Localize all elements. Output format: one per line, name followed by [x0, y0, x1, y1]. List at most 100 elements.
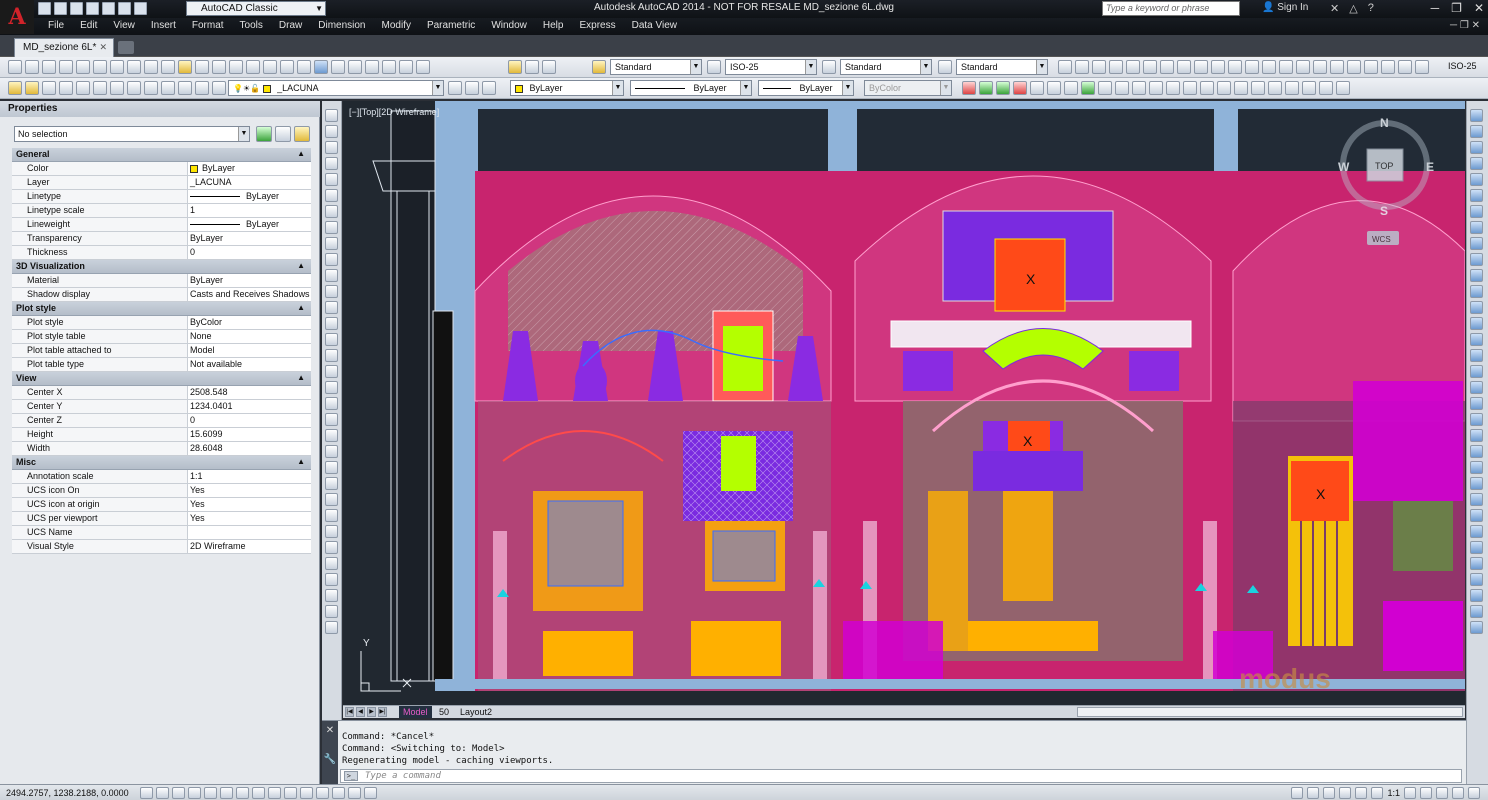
copy-object-icon[interactable] [979, 81, 993, 95]
layer-match-icon[interactable] [76, 81, 90, 95]
text-style-2-icon[interactable] [325, 445, 338, 458]
property-value[interactable] [188, 526, 311, 539]
break-icon[interactable] [1166, 81, 1180, 95]
property-value[interactable]: Not available [188, 358, 311, 371]
layer-unlock-icon[interactable] [144, 81, 158, 95]
markup-icon[interactable] [382, 60, 396, 74]
find-icon[interactable] [325, 461, 338, 474]
cut-icon[interactable] [127, 60, 141, 74]
property-row[interactable]: Color ByLayer [12, 162, 311, 176]
property-value[interactable]: ByLayer [188, 274, 311, 287]
menu-edit[interactable]: Edit [72, 20, 105, 31]
save-icon[interactable] [42, 60, 56, 74]
restore-icon[interactable]: ❐ [1451, 1, 1462, 15]
radius-icon[interactable] [1126, 60, 1140, 74]
drawing-canvas[interactable]: X X X TOP N W E S WCS Y [343, 101, 1465, 705]
mesh-primitive-icon[interactable] [325, 589, 338, 602]
region-draw-icon[interactable] [325, 365, 338, 378]
blend-icon[interactable] [1251, 81, 1265, 95]
aligned-icon[interactable] [1075, 60, 1089, 74]
property-row[interactable]: Shadow display Casts and Receives Shadows [12, 288, 311, 302]
search-input[interactable]: Type a keyword or phrase [1102, 1, 1240, 16]
hardware-acceleration-icon[interactable] [1436, 787, 1448, 799]
3d-object-snap-icon[interactable] [236, 787, 249, 799]
minimize-icon[interactable]: ─ [1431, 1, 1440, 15]
menu-modify[interactable]: Modify [374, 20, 419, 31]
make-block-icon[interactable] [325, 301, 338, 314]
property-value[interactable]: Yes [188, 484, 311, 497]
edit-array-icon[interactable] [1470, 541, 1483, 554]
lineweight-select[interactable]: ByLayer ▼ [758, 80, 854, 96]
region-icon[interactable] [1285, 81, 1299, 95]
convert-text-icon[interactable] [325, 525, 338, 538]
section-misc[interactable]: Misc ▲ [12, 456, 311, 470]
zoom-window-icon[interactable] [280, 60, 294, 74]
tab-layout2[interactable]: Layout2 [456, 706, 496, 718]
gradient-icon[interactable] [325, 349, 338, 362]
property-value[interactable]: ByLayer [188, 232, 311, 245]
help-icon[interactable] [416, 60, 430, 74]
property-row[interactable]: Material ByLayer [12, 274, 311, 288]
autodesk360-icon[interactable]: △ [1349, 2, 1357, 15]
property-row[interactable]: Plot style ByColor [12, 316, 311, 330]
property-row[interactable]: Visual Style 2D Wireframe [12, 540, 311, 554]
layer-walk-icon[interactable] [161, 81, 175, 95]
property-value[interactable]: Yes [188, 498, 311, 511]
workspace-select[interactable]: AutoCAD Classic ▼ [186, 1, 326, 16]
move-r-icon[interactable] [1470, 189, 1483, 202]
join-icon[interactable] [1183, 81, 1197, 95]
fillet-r-icon[interactable] [1470, 333, 1483, 346]
property-row[interactable]: UCS per viewport Yes [12, 512, 311, 526]
last-tab-icon[interactable]: ▶| [378, 707, 387, 717]
drawing-viewport[interactable]: [−][Top][2D Wireframe] X X X TOP N W E S… [343, 101, 1465, 705]
jogged-linear-icon[interactable] [1330, 60, 1344, 74]
plot-icon[interactable] [59, 60, 73, 74]
blend-r-icon[interactable] [1470, 349, 1483, 362]
mtext-icon[interactable] [325, 397, 338, 410]
section-3d-visualization[interactable]: 3D Visualization ▲ [12, 260, 311, 274]
open-icon[interactable] [25, 60, 39, 74]
edit-polyline-icon[interactable] [1470, 493, 1483, 506]
dim-update-icon[interactable] [1381, 60, 1395, 74]
rotate-r-icon[interactable] [1470, 205, 1483, 218]
insert-block-icon[interactable] [325, 285, 338, 298]
annotation-visibility-icon[interactable] [1371, 787, 1384, 799]
draworder-above-icon[interactable] [1470, 413, 1483, 426]
undo-icon[interactable] [118, 2, 131, 15]
property-row[interactable]: Center Z0 [12, 414, 311, 428]
scale-r-icon[interactable] [1470, 221, 1483, 234]
table-style-select[interactable]: Standard ▼ [840, 59, 932, 75]
zoom-previous-icon[interactable] [297, 60, 311, 74]
stretch-icon[interactable] [1098, 81, 1112, 95]
extend-r-icon[interactable] [1470, 269, 1483, 282]
hatch-back-icon[interactable] [1470, 477, 1483, 490]
point-icon[interactable] [325, 317, 338, 330]
help-icon[interactable]: ? [1368, 2, 1374, 15]
edit-attribute-icon[interactable] [1470, 573, 1483, 586]
add-selected-draw-icon[interactable] [325, 413, 338, 426]
layer-unisolate-icon[interactable] [59, 81, 73, 95]
annotation-monitor-icon[interactable] [364, 787, 377, 799]
quick-dim-icon[interactable] [1194, 60, 1208, 74]
tab-layout1[interactable]: 50 [435, 706, 453, 718]
redo-icon[interactable] [134, 2, 147, 15]
property-row[interactable]: Width 28.6048 [12, 442, 311, 456]
selection-select[interactable]: No selection ▼ [14, 126, 250, 142]
stretch-r-icon[interactable] [1470, 237, 1483, 250]
menu-file[interactable]: File [40, 20, 72, 31]
copy-r-icon[interactable] [1470, 125, 1483, 138]
property-value[interactable]: 2D Wireframe [188, 540, 311, 553]
layer-states-icon[interactable] [482, 81, 496, 95]
table-icon[interactable] [1302, 81, 1316, 95]
show-lineweight-icon[interactable] [300, 787, 313, 799]
layer-delete-icon[interactable] [195, 81, 209, 95]
collapse-icon[interactable]: ▲ [297, 457, 305, 466]
center-mark-icon[interactable] [1296, 60, 1310, 74]
grid-display-icon[interactable] [172, 787, 185, 799]
ellipse-icon[interactable] [325, 253, 338, 266]
property-value[interactable]: Model [188, 344, 311, 357]
object-snap-icon[interactable] [220, 787, 233, 799]
dim-style-2-icon[interactable] [1398, 60, 1412, 74]
trim-r-icon[interactable] [1470, 253, 1483, 266]
layer-lock-icon[interactable] [127, 81, 141, 95]
